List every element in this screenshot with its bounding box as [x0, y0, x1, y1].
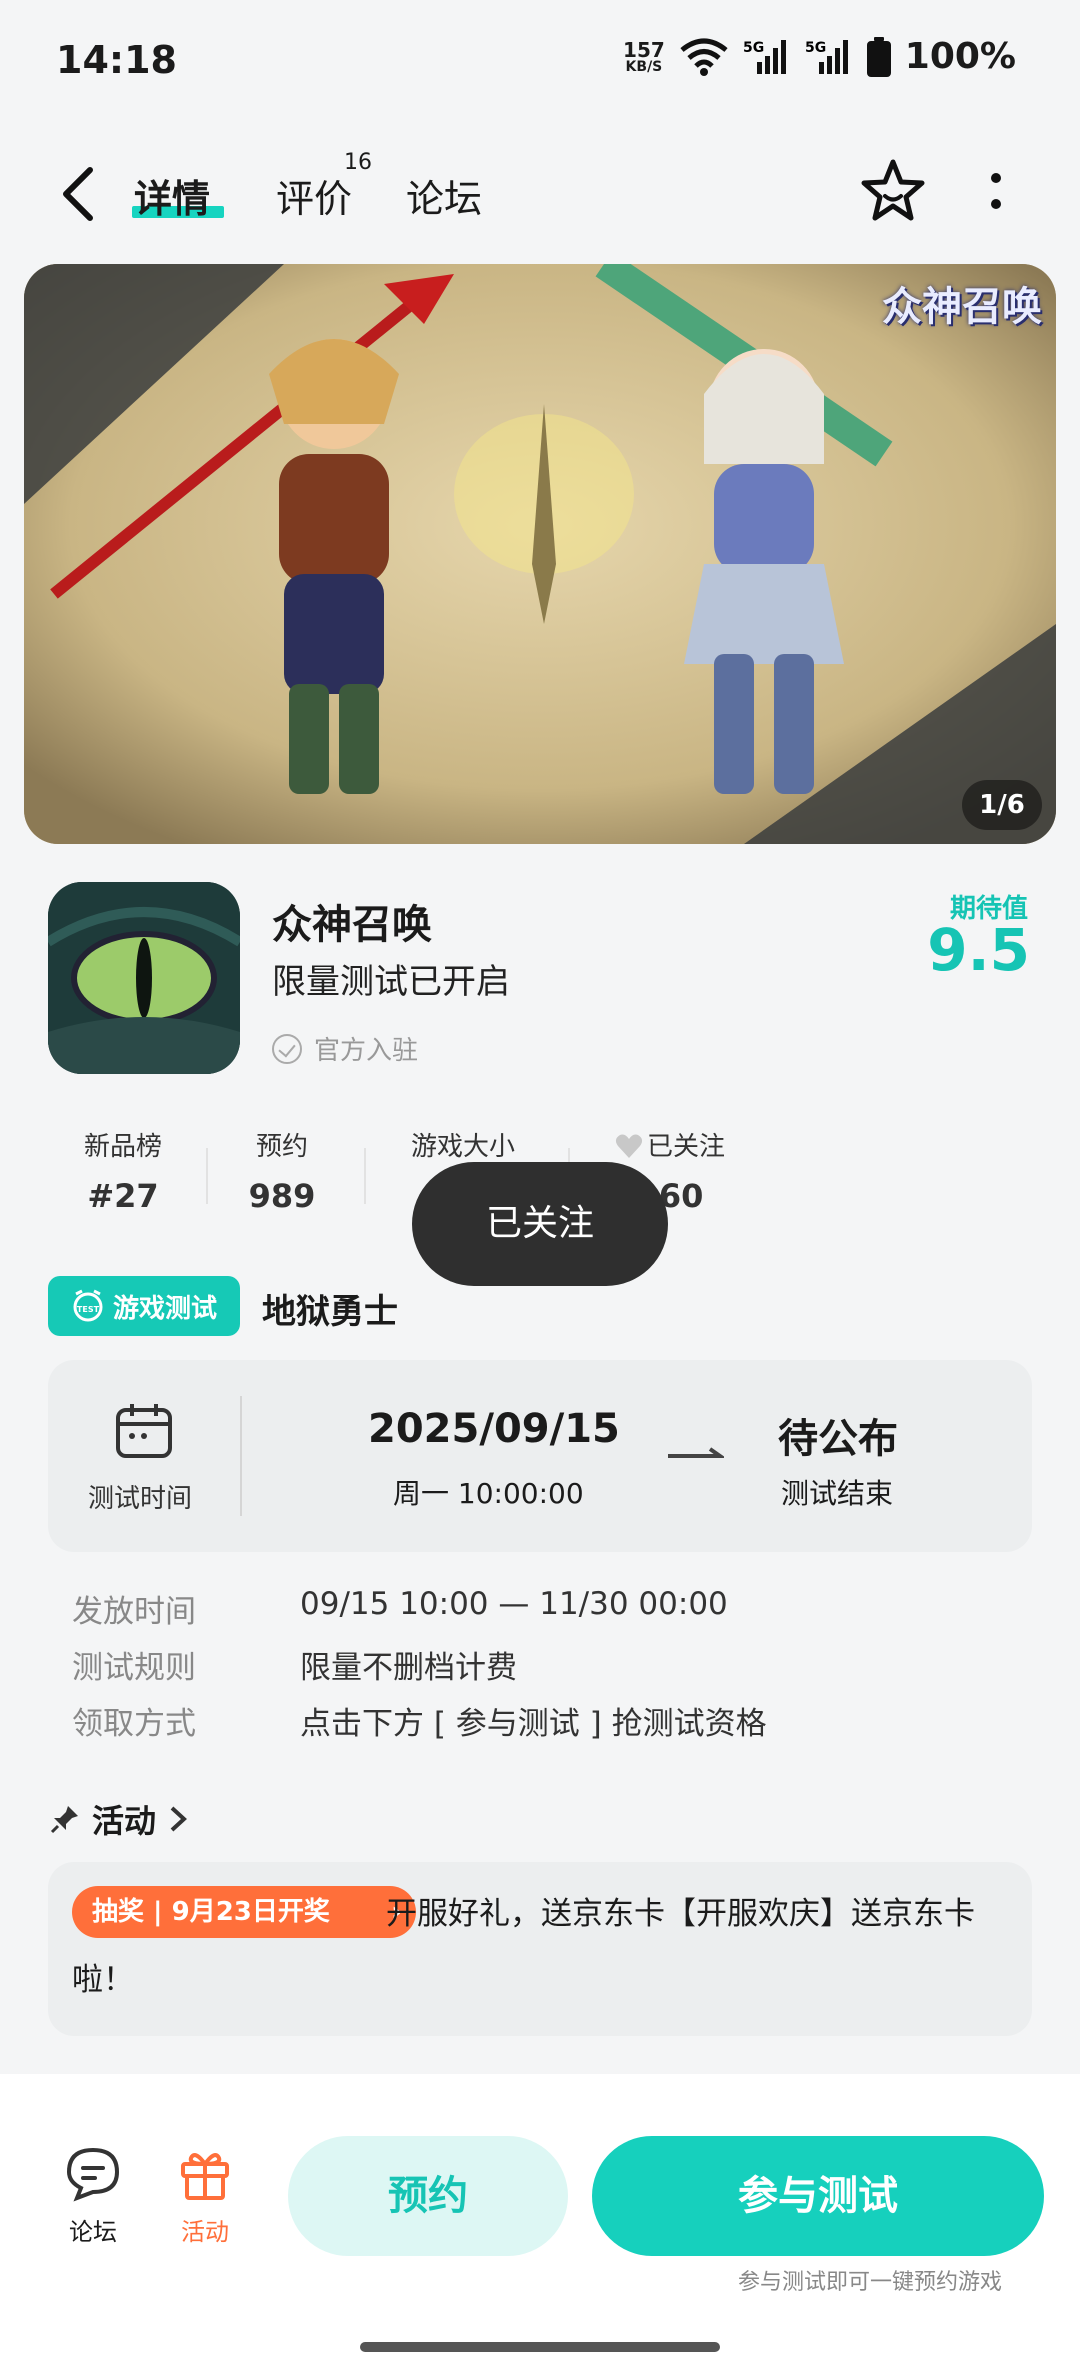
- stat-value: 989: [248, 1177, 316, 1215]
- stat-divider: [206, 1148, 208, 1204]
- bottom-forum[interactable]: 论坛: [48, 2146, 138, 2247]
- game-logo: 众神召唤: [882, 283, 1042, 330]
- info-key: 发放时间: [72, 1594, 196, 1630]
- pin-icon: [50, 1806, 78, 1834]
- official-label: 官方入驻: [314, 1036, 419, 1066]
- activity-card[interactable]: 抽奖 | 9月23日开奖 › 开服好礼，送京东卡【开服欢庆】送京东卡 啦！: [48, 1862, 1032, 2036]
- test-name: 地狱勇士: [262, 1292, 398, 1332]
- card-divider: [240, 1396, 242, 1516]
- banner-artwork: [24, 264, 1056, 844]
- lottery-pill[interactable]: 抽奖 | 9月23日开奖 ›: [72, 1886, 416, 1938]
- dragon-eye-icon: [48, 882, 240, 1074]
- activity-text-line1: 开服好礼，送京东卡【开服欢庆】送京东卡: [386, 1896, 975, 1932]
- expectation-score: 9.5: [927, 916, 1030, 984]
- heart-icon: [615, 1134, 643, 1158]
- official-badge: 官方入驻: [272, 1030, 418, 1067]
- svg-text:5G: 5G: [805, 40, 826, 56]
- info-value: 09/15 10:00 — 11/30 00:00: [300, 1586, 728, 1622]
- test-end-label: 测试结束: [781, 1477, 894, 1510]
- carousel-pager: 1/6: [962, 780, 1042, 830]
- game-test-tag-label: 游戏测试: [112, 1293, 217, 1324]
- tab-forum[interactable]: 论坛: [406, 168, 482, 223]
- stat-rank[interactable]: 新品榜 #27: [48, 1126, 198, 1215]
- join-note: 参与测试即可一键预约游戏: [737, 2270, 1002, 2295]
- battery-percent: 100%: [904, 36, 1016, 77]
- tab-reviews[interactable]: 评价: [276, 168, 352, 223]
- bottom-activity[interactable]: 活动: [160, 2146, 250, 2247]
- reserve-button[interactable]: 预约: [288, 2136, 568, 2256]
- test-start-date: 2025/09/15: [368, 1406, 620, 1452]
- calendar-icon: [116, 1404, 172, 1458]
- test-start-time: 周一 10:00:00: [393, 1477, 584, 1510]
- stat-label: 已关注: [600, 1126, 740, 1163]
- battery-icon: [866, 36, 891, 77]
- home-indicator[interactable]: [360, 2342, 720, 2352]
- arrow-right-icon: [668, 1447, 724, 1458]
- status-time: 14:18: [56, 38, 177, 82]
- bottom-forum-label: 论坛: [69, 2218, 117, 2246]
- toast-followed: 已关注: [412, 1162, 668, 1286]
- bottom-activity-label: 活动: [181, 2218, 229, 2246]
- gift-icon: [181, 2153, 229, 2200]
- stat-label: 游戏大小: [410, 1132, 515, 1162]
- test-end-value: 待公布: [778, 1416, 898, 1462]
- status-bar: 14:18 157 KB/S 5G 5G 100%: [0, 0, 1080, 120]
- more-options-icon[interactable]: [984, 170, 1008, 214]
- join-test-button[interactable]: 参与测试: [592, 2136, 1044, 2256]
- activity-header[interactable]: 活动: [50, 1796, 188, 1842]
- wifi-icon: [680, 38, 728, 76]
- activity-title: 活动: [92, 1802, 157, 1840]
- info-key: 领取方式: [72, 1706, 196, 1742]
- stat-reservations[interactable]: 预约 989: [222, 1126, 342, 1215]
- chevron-right-icon: [170, 1806, 187, 1832]
- lottery-pill-label: 抽奖 | 9月23日开奖: [92, 1897, 330, 1927]
- game-test-tag: TEST 游戏测试: [48, 1276, 240, 1336]
- network-speed-unit: KB/S: [625, 58, 663, 75]
- bottom-action-bar: 论坛 活动 预约 参与测试 参与测试即可一键预约游戏: [0, 2074, 1080, 2376]
- network-speed: 157 KB/S: [623, 40, 665, 74]
- info-key: 测试规则: [72, 1650, 196, 1686]
- test-time-label: 测试时间: [88, 1484, 193, 1514]
- network-speed-value: 157: [623, 37, 665, 62]
- svg-text:5G: 5G: [743, 40, 764, 56]
- tab-details[interactable]: 详情: [134, 168, 210, 223]
- info-value: 点击下方 [ 参与测试 ] 抢测试资格: [300, 1706, 767, 1742]
- test-alarm-icon: TEST: [73, 1289, 103, 1322]
- stat-divider: [364, 1148, 366, 1204]
- status-icons: 157 KB/S 5G 5G 100%: [623, 36, 1016, 77]
- app-subtitle: 限量测试已开启: [272, 962, 510, 1002]
- stat-label-text: 已关注: [646, 1132, 725, 1162]
- signal-5g-icon: 5G: [743, 39, 786, 74]
- back-arrow-icon[interactable]: [60, 166, 96, 222]
- stat-label: 预约: [255, 1132, 308, 1162]
- signal-5g-icon: 5G: [805, 39, 848, 74]
- info-value: 限量不删档计费: [300, 1650, 517, 1686]
- test-icon-text: TEST: [77, 1305, 100, 1314]
- stat-label: 新品榜: [83, 1132, 162, 1162]
- check-circle-icon: [272, 1033, 302, 1064]
- activity-text-line2: 啦！: [72, 1962, 134, 1998]
- app-name: 众神召唤: [272, 902, 432, 948]
- stat-value: #27: [87, 1177, 159, 1215]
- favorite-star-icon[interactable]: [858, 156, 928, 226]
- app-icon: [48, 882, 240, 1074]
- screenshot-carousel[interactable]: 众神召唤 1/6: [24, 264, 1056, 844]
- forum-chat-icon: [66, 2147, 120, 2202]
- review-count-badge: 16: [344, 150, 372, 175]
- test-time-card: 测试时间 2025/09/15 周一 10:00:00 待公布 测试结束: [48, 1360, 1032, 1552]
